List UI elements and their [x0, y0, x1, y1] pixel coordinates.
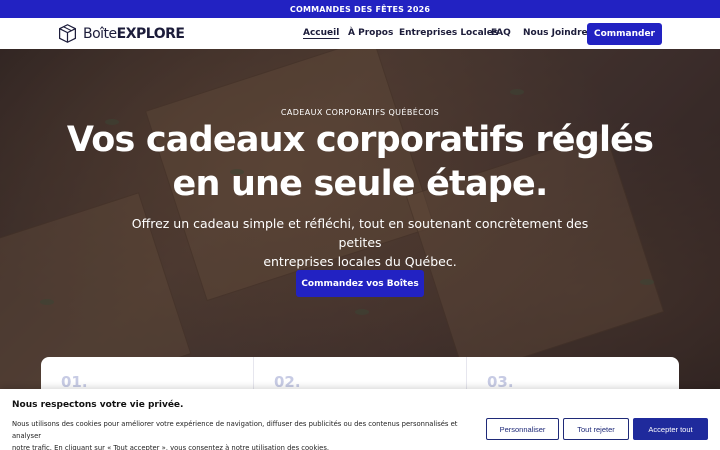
logo-wordmark: BoîteEXPLORE: [83, 25, 185, 42]
hero-headline: Vos cadeaux corporatifs réglés en une se…: [60, 118, 660, 206]
nav-faq[interactable]: FAQ: [491, 28, 511, 38]
commandez-boites-button[interactable]: Commandez vos Boîtes: [296, 270, 424, 297]
announcement-text[interactable]: COMMANDES DES FÊTES 2026: [290, 5, 430, 14]
announcement-bar[interactable]: COMMANDES DES FÊTES 2026: [0, 0, 720, 18]
cookie-description: Nous utilisons des cookies pour améliore…: [12, 418, 482, 450]
cookie-accept-button[interactable]: Accepter tout: [633, 418, 708, 440]
commander-button[interactable]: Commander: [587, 23, 662, 45]
cookie-customize-button[interactable]: Personnaliser: [486, 418, 559, 440]
site-header: BoîteEXPLORE Accueil À Propos Entreprise…: [0, 18, 720, 49]
cookie-reject-button[interactable]: Tout rejeter: [563, 418, 629, 440]
hero-headline-line2: en une seule étape.: [172, 164, 549, 204]
cookie-banner: Nous respectons votre vie privée. Nous u…: [0, 389, 720, 450]
logo-bold: EXPLORE: [116, 25, 185, 42]
nav-accueil[interactable]: Accueil: [303, 28, 339, 38]
hero-subtitle: Offrez un cadeau simple et réfléchi, tou…: [120, 214, 600, 271]
cookie-text-line2: notre trafic. En cliquant sur « Tout acc…: [12, 444, 330, 450]
nav-entreprises-locales[interactable]: Entreprises Locales: [399, 28, 498, 38]
box-icon: [59, 24, 76, 43]
cookie-text-line1: Nous utilisons des cookies pour améliore…: [12, 420, 458, 440]
logo-light: Boîte: [83, 25, 117, 42]
nav-nous-joindre[interactable]: Nous Joindre: [523, 28, 588, 38]
hero-subtitle-line2: entreprises locales du Québec.: [263, 254, 457, 269]
cookie-title: Nous respectons votre vie privée.: [12, 400, 184, 410]
hero-headline-line1: Vos cadeaux corporatifs réglés: [66, 120, 654, 160]
hero-subtitle-line1: Offrez un cadeau simple et réfléchi, tou…: [131, 216, 589, 250]
nav-a-propos[interactable]: À Propos: [348, 28, 393, 38]
hero-eyebrow: CADEAUX CORPORATIFS QUÉBÉCOIS: [280, 108, 440, 117]
logo[interactable]: BoîteEXPLORE: [57, 22, 185, 45]
